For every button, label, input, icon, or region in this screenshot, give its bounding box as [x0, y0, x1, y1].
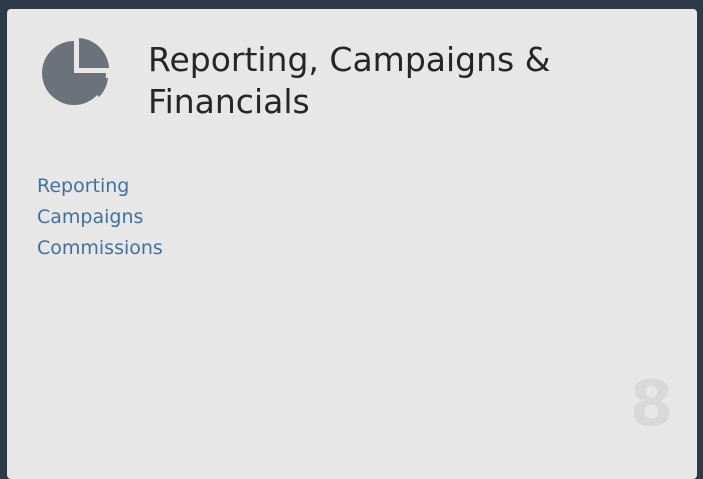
card-links: Reporting Campaigns Commissions	[37, 171, 163, 264]
card-title: Reporting, Campaigns & Financials	[148, 40, 551, 121]
card-number: 8	[629, 367, 673, 440]
pie-chart-icon	[42, 38, 109, 105]
category-card: Reporting, Campaigns & Financials Report…	[7, 9, 697, 479]
link-reporting[interactable]: Reporting	[37, 171, 163, 202]
link-commissions[interactable]: Commissions	[37, 233, 163, 264]
link-campaigns[interactable]: Campaigns	[37, 202, 163, 233]
